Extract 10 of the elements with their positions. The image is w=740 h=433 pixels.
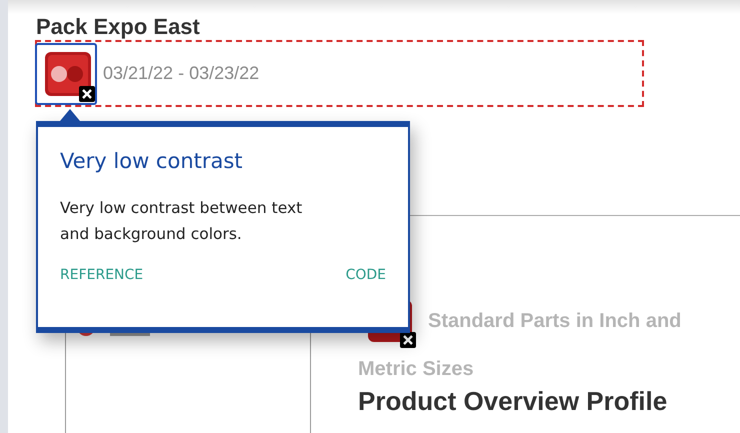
popup-link[interactable]: REFERENCE: [60, 267, 144, 283]
popup-title: Very low contrast: [60, 149, 244, 173]
popup-link[interactable]: CODE: [346, 267, 386, 283]
popup-description: Very low contrast between text and background colors.: [60, 198, 304, 245]
contrast-issue-icon[interactable]: [35, 42, 97, 104]
product-title: Product Overview Profile: [358, 386, 668, 416]
date-range: 03/21/22 - 03/23/22: [103, 63, 260, 84]
product-subtitle: Standard Parts in Inch and: [428, 309, 682, 334]
event-title: Pack Expo East: [36, 14, 201, 40]
product-subtitle: Metric Sizes: [358, 357, 475, 382]
